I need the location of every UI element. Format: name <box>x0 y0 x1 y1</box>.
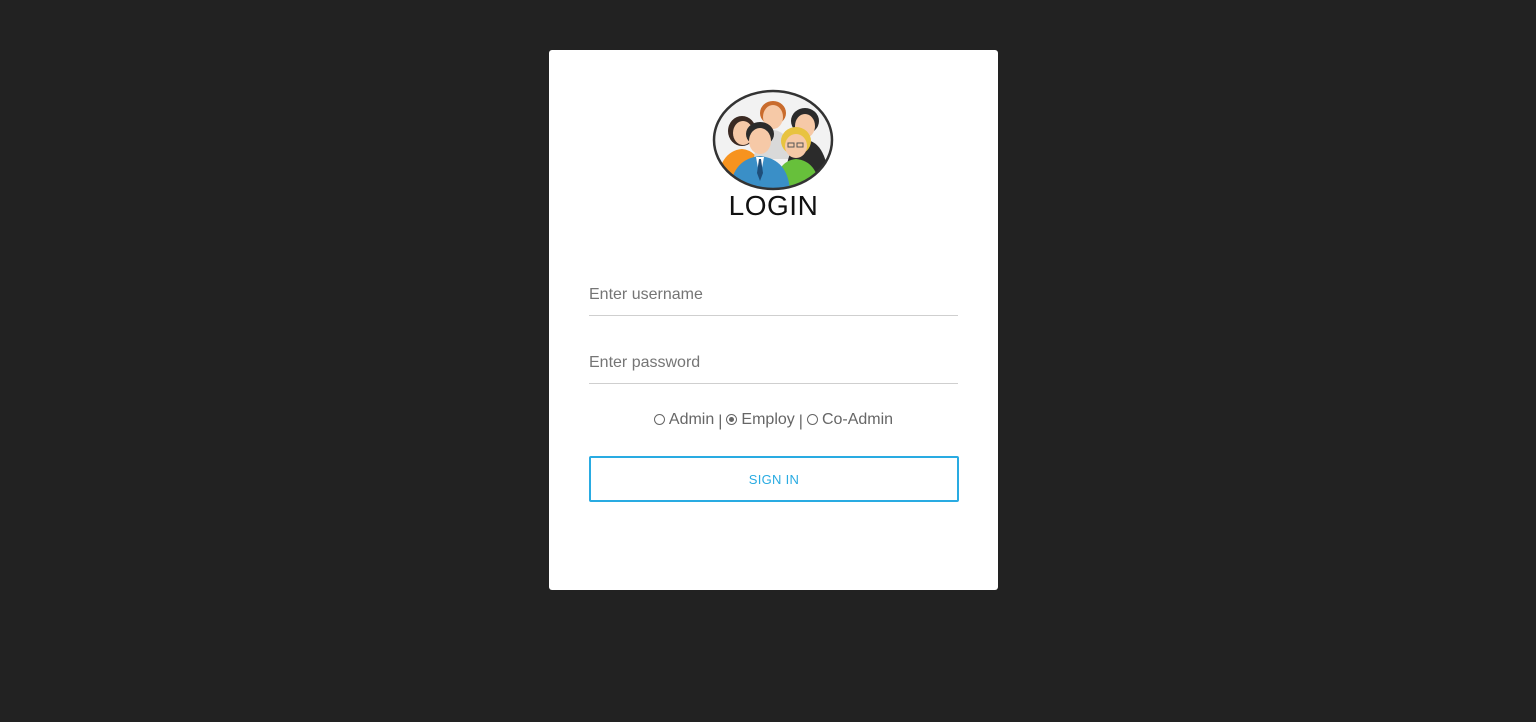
role-label-employ: Employ <box>741 411 795 428</box>
employ-radio[interactable] <box>726 413 738 425</box>
login-card: LOGIN Admin | Employ | Co-Admin SIGN IN <box>549 50 998 590</box>
co-admin-radio[interactable] <box>806 413 818 425</box>
role-separator: | <box>798 412 803 430</box>
sign-in-button[interactable]: SIGN IN <box>589 456 959 502</box>
admin-radio[interactable] <box>653 413 665 425</box>
role-option-admin[interactable]: Admin <box>653 410 715 430</box>
role-selector: Admin | Employ | Co-Admin <box>549 410 998 432</box>
username-input[interactable] <box>589 275 958 316</box>
role-option-co-admin[interactable]: Co-Admin <box>806 410 894 430</box>
role-label-co-admin: Co-Admin <box>821 411 894 428</box>
password-input[interactable] <box>589 343 958 384</box>
role-option-employ[interactable]: Employ <box>726 410 795 430</box>
role-separator: | <box>718 412 723 430</box>
team-people-icon <box>712 89 834 191</box>
role-label-admin: Admin <box>668 411 715 428</box>
login-title: LOGIN <box>728 190 819 221</box>
